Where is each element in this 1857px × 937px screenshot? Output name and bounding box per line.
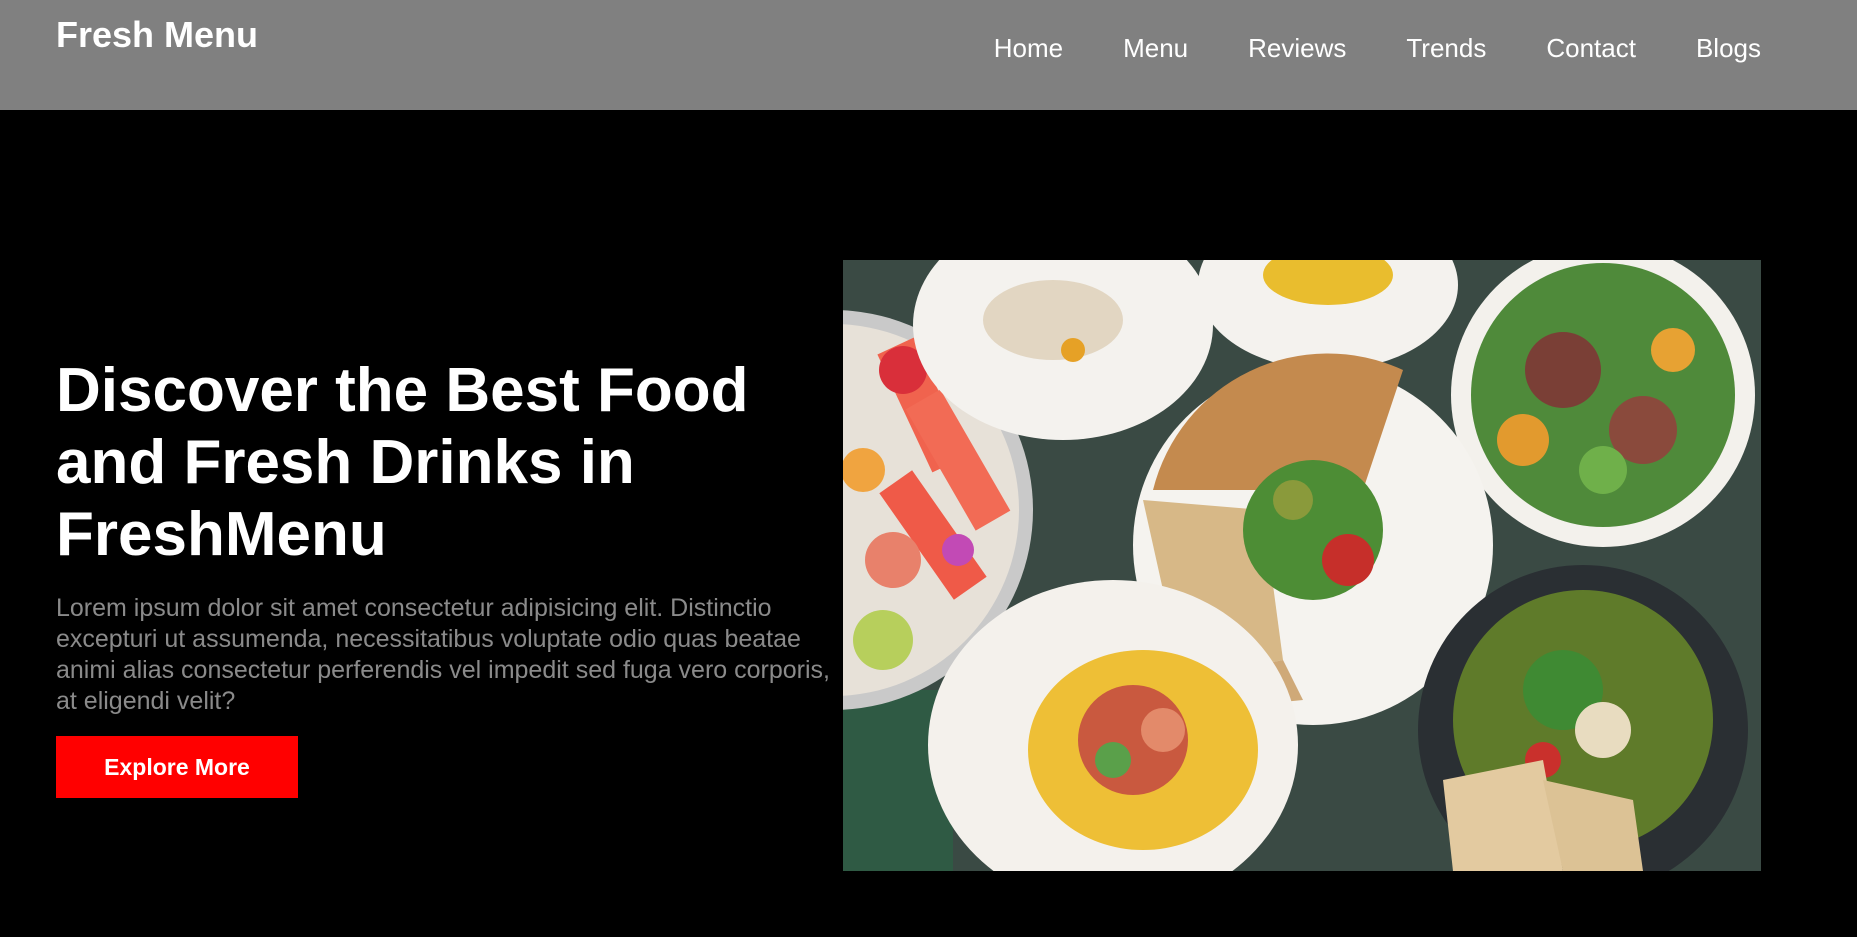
- nav-link-blogs[interactable]: Blogs: [1696, 30, 1761, 66]
- brand-logo[interactable]: Fresh Menu: [56, 14, 258, 56]
- explore-more-button[interactable]: Explore More: [56, 736, 298, 798]
- food-platter-illustration: [843, 260, 1761, 871]
- nav-link-trends[interactable]: Trends: [1406, 30, 1486, 66]
- nav-link-contact[interactable]: Contact: [1546, 30, 1636, 66]
- nav-link-home[interactable]: Home: [994, 30, 1063, 66]
- nav-link-reviews[interactable]: Reviews: [1248, 30, 1346, 66]
- nav-link-menu[interactable]: Menu: [1123, 30, 1188, 66]
- main-nav: Home Menu Reviews Trends Contact Blogs: [994, 30, 1761, 66]
- hero-description: Lorem ipsum dolor sit amet consectetur a…: [56, 594, 830, 715]
- hero-food-image: [843, 260, 1761, 871]
- hero-title: Discover the Best Food and Fresh Drinks …: [56, 356, 749, 569]
- hero-section: Discover the Best Food and Fresh Drinks …: [56, 355, 856, 717]
- top-navbar: Fresh Menu Home Menu Reviews Trends Cont…: [0, 0, 1857, 110]
